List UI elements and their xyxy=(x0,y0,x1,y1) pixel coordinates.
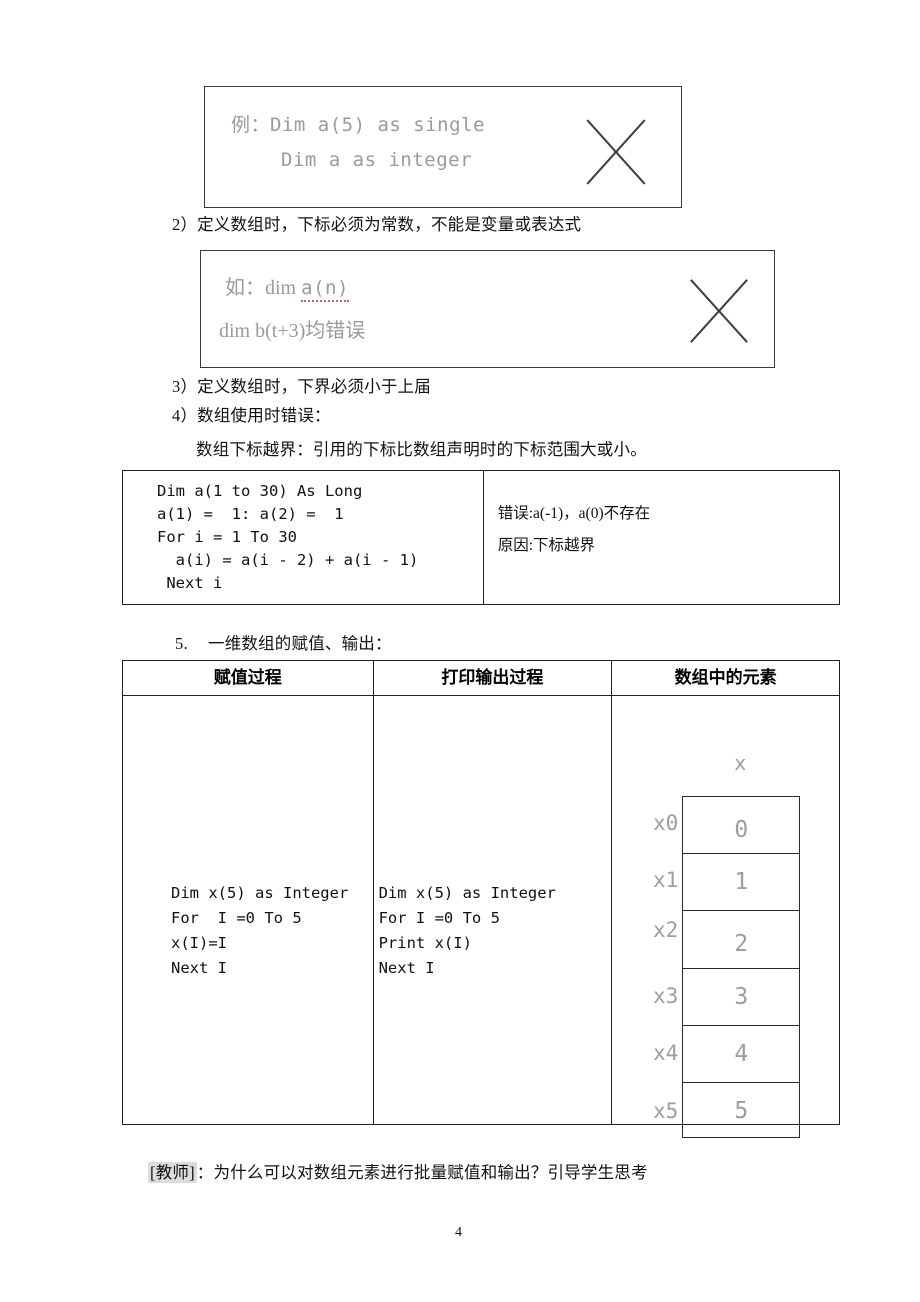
example-box-2-line-1: 如：dim a(n) xyxy=(225,271,349,302)
array-cell-2: 2 xyxy=(683,911,800,969)
array-cells-container: 0 1 2 3 4 5 xyxy=(682,796,801,1138)
column-header-assign: 赋值过程 xyxy=(122,660,374,696)
example-box-2-line-2: dim b(t+3)均错误 xyxy=(219,320,366,342)
table-row: Dim x(5) as Integer For I =0 To 5 x(I)=I… xyxy=(122,695,840,1138)
teacher-note: [教师] ：为什么可以对数组元素进行批量赋值和输出？引导学生思考 xyxy=(148,1162,648,1183)
rule-item-2: 2）定义数组时，下标必须为常数，不能是变量或表达式 xyxy=(172,215,582,234)
array-process-table: 赋值过程 打印输出过程 数组中的元素 Dim x(5) as Integer F… xyxy=(122,660,840,1138)
array-cell-4: 4 xyxy=(683,1026,800,1083)
column-header-print: 打印输出过程 xyxy=(372,660,613,696)
error-table-note-cell: 错误:a(-1)，a(0)不存在 原因:下标越界 xyxy=(482,470,841,605)
example-box-2-line-1-expression: a(n) xyxy=(301,277,349,302)
section-5-number: 5. xyxy=(175,634,188,653)
error-table-note-line-2: 原因:下标越界 xyxy=(497,537,596,554)
array-cell-3: 3 xyxy=(683,969,800,1026)
array-index-label-1: x1 xyxy=(652,868,679,892)
example-box-2-line-1-prefix: 如：dim xyxy=(225,277,302,299)
table-row: Dim a(1 to 30) As Long a(1) = 1: a(2) = … xyxy=(122,470,841,605)
error-table-code-cell: Dim a(1 to 30) As Long a(1) = 1: a(2) = … xyxy=(122,470,484,605)
array-index-label-3: x3 xyxy=(652,984,679,1008)
array-cell-1: 1 xyxy=(683,854,800,911)
teacher-tag: [教师] xyxy=(148,1162,197,1183)
array-index-label-5: x5 xyxy=(652,1099,679,1123)
rule-item-3: 3）定义数组时，下界必须小于上届 xyxy=(172,377,431,396)
error-table-code: Dim a(1 to 30) As Long a(1) = 1: a(2) = … xyxy=(157,482,419,592)
page-number: 4 xyxy=(455,1225,462,1240)
column-header-elements: 数组中的元素 xyxy=(611,660,840,696)
error-example-table: Dim a(1 to 30) As Long a(1) = 1: a(2) = … xyxy=(122,470,841,605)
example-box-1: 例：Dim a(5) as single Dim a as integer xyxy=(204,86,682,208)
rule-item-4: 4）数组使用时错误： xyxy=(172,406,331,425)
teacher-note-text: ：为什么可以对数组元素进行批量赋值和输出？引导学生思考 xyxy=(196,1163,648,1182)
section-5-title: 一维数组的赋值、输出： xyxy=(208,634,392,653)
rule-item-4-detail: 数组下标越界：引用的下标比数组声明时的下标范围大或小。 xyxy=(196,440,647,459)
array-name-label: x xyxy=(734,751,747,775)
example-box-1-line-2: Dim a as integer xyxy=(281,149,473,171)
array-index-label-0: x0 xyxy=(652,811,679,835)
document-page: 例：Dim a(5) as single Dim a as integer 2）… xyxy=(0,0,920,1302)
print-code: Dim x(5) as Integer For I =0 To 5 Print … xyxy=(378,884,556,977)
array-cell-5: 5 xyxy=(734,1098,749,1124)
example-box-1-line-1: 例：Dim a(5) as single xyxy=(231,114,485,136)
assign-code-cell: Dim x(5) as Integer For I =0 To 5 x(I)=I… xyxy=(122,695,374,1125)
error-table-note-line-1: 错误:a(-1)，a(0)不存在 xyxy=(497,505,651,522)
array-diagram-cell: x x0 x1 x2 x3 x4 x5 0 1 2 3 4 5 xyxy=(611,695,840,1138)
print-code-cell: Dim x(5) as Integer For I =0 To 5 Print … xyxy=(372,695,613,1125)
array-cell-0: 0 xyxy=(683,797,800,854)
array-index-label-2: x2 xyxy=(652,918,679,942)
x-cross-mark-icon xyxy=(575,109,655,195)
example-box-2: 如：dim a(n) dim b(t+3)均错误 xyxy=(200,250,775,368)
array-index-label-4: x4 xyxy=(652,1041,679,1065)
assign-code: Dim x(5) as Integer For I =0 To 5 x(I)=I… xyxy=(171,884,349,977)
table-header-row: 赋值过程 打印输出过程 数组中的元素 xyxy=(122,660,840,696)
x-cross-mark-icon xyxy=(679,269,757,353)
